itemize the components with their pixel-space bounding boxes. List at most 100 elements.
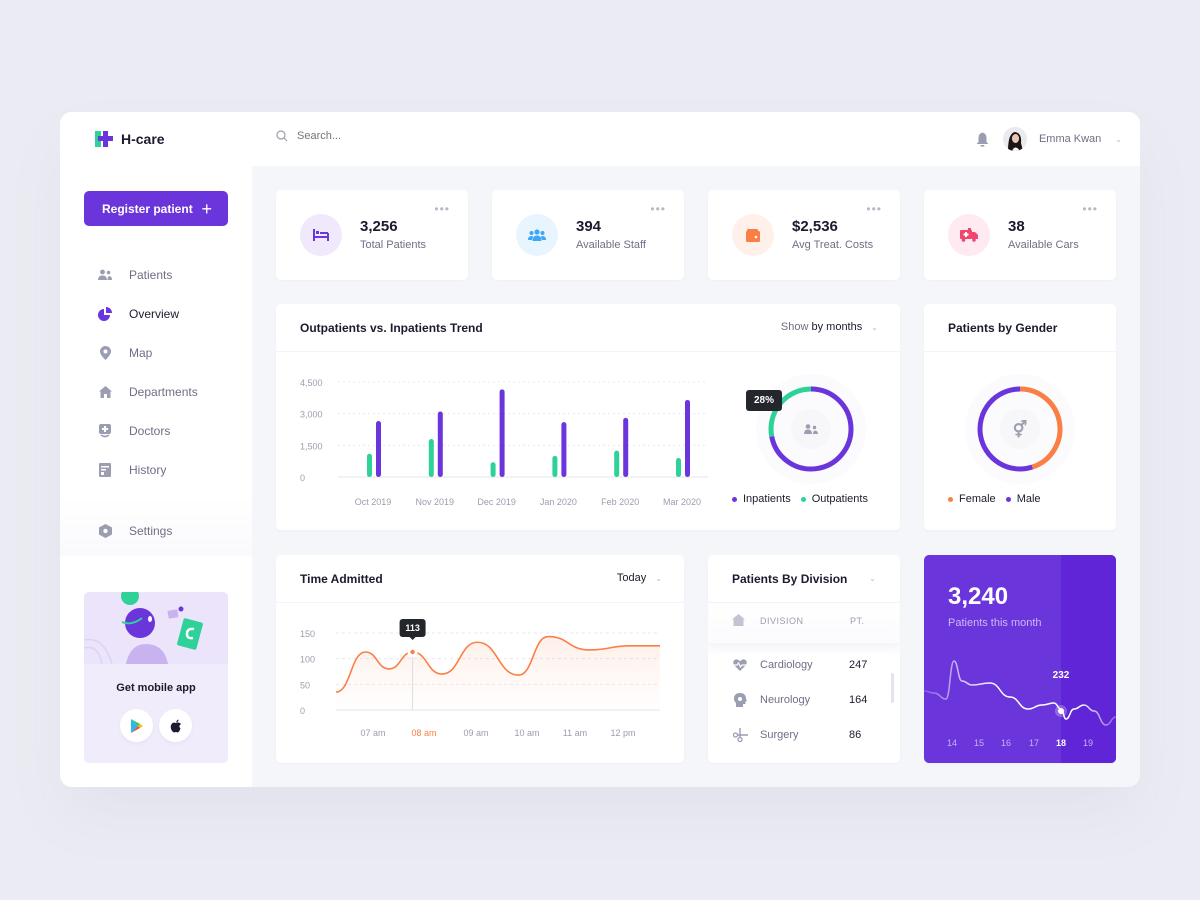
show-label: Show: [780, 321, 809, 333]
pie-chart-icon: [98, 306, 112, 321]
scissors-icon: [732, 728, 748, 742]
google-play-button[interactable]: [120, 709, 153, 742]
google-play-icon: [130, 718, 143, 733]
show-by-dropdown[interactable]: Show by months ⌄: [781, 321, 878, 333]
stat-label: Available Staff: [576, 239, 646, 251]
plus-icon: +: [201, 198, 212, 219]
bar-inpatients: [623, 417, 629, 477]
x-tick-label: 07 am: [360, 728, 385, 738]
search-bar: [276, 130, 497, 142]
bar-outpatients: [614, 450, 620, 477]
mobile-app-title: Get mobile app: [116, 682, 196, 694]
home-icon: [732, 614, 745, 626]
patients-icon: [98, 268, 112, 282]
register-patient-label: Register patient: [102, 201, 193, 216]
division-scrollbar[interactable]: [891, 673, 894, 703]
sidebar-nav: Patients Overview Map Departments Doctor…: [98, 255, 198, 489]
x-tick-label: Mar 2020: [663, 497, 701, 507]
gender-card-header: Patients by Gender: [924, 304, 1116, 352]
app-store-button[interactable]: [159, 709, 192, 742]
division-row[interactable]: Surgery 86: [732, 725, 882, 745]
monthly-patients-label: Patients this month: [948, 617, 1042, 629]
x-tick-label: 08 am: [411, 728, 436, 738]
sidebar-item-map[interactable]: Map: [98, 333, 198, 372]
y-tick-label: 3,000: [300, 410, 323, 420]
day-label: 19: [1083, 738, 1093, 748]
sidebar-item-overview[interactable]: Overview: [98, 294, 198, 333]
tooltip-arrow: [409, 636, 416, 640]
more-options-icon[interactable]: •••: [434, 202, 450, 216]
bar-inpatients: [376, 421, 381, 477]
search-input[interactable]: [297, 130, 497, 142]
logo[interactable]: H-care: [95, 131, 165, 147]
y-tick-label: 100: [300, 655, 315, 665]
bar-inpatients: [499, 389, 505, 477]
time-admitted-header: Time Admitted Today ⌄: [276, 555, 684, 603]
division-name: Surgery: [760, 729, 799, 741]
bell-icon[interactable]: [976, 132, 989, 147]
today-dropdown[interactable]: Today ⌄: [617, 572, 662, 584]
heart-icon: [732, 659, 748, 671]
monthly-patients-card: 3,240 Patients this month 232 14 15 16 17 18 1…: [924, 555, 1116, 763]
sidebar-item-departments[interactable]: Departments: [98, 372, 198, 411]
bar-outpatients: [676, 458, 681, 477]
gender-donut-chart: ⚥: [965, 374, 1075, 484]
x-tick-label: Nov 2019: [416, 497, 455, 507]
bar-outpatients: [367, 453, 372, 477]
sidebar-item-settings[interactable]: Settings: [98, 511, 172, 550]
legend-item-female: Female: [948, 493, 996, 505]
sidebar-item-label: Patients: [129, 267, 173, 282]
stat-value: $2,536: [792, 218, 838, 235]
chevron-down-icon[interactable]: ⌄: [1115, 135, 1122, 144]
stat-value: 394: [576, 218, 602, 235]
division-dropdown[interactable]: ⌄: [863, 572, 876, 584]
stat-label: Available Cars: [1008, 239, 1079, 251]
avatar[interactable]: [1002, 127, 1027, 151]
app-window: H-care Register patient + Patients Overv…: [60, 112, 1140, 787]
staff-icon: [528, 229, 546, 241]
bed-icon: [313, 229, 329, 241]
sidebar-item-label: Settings: [129, 523, 173, 538]
stat-icon-circle: [948, 214, 990, 256]
sidebar-item-history[interactable]: History: [98, 450, 198, 489]
mobile-app-illustration: [84, 592, 228, 665]
apple-icon: [170, 719, 181, 732]
division-row[interactable]: Neurology 164: [732, 690, 882, 710]
day-label: 16: [1001, 738, 1011, 748]
stat-value: 38: [1008, 218, 1025, 235]
monthly-patients-value: 3,240: [948, 583, 1009, 610]
x-tick-label: Feb 2020: [601, 497, 639, 507]
bar-outpatients: [552, 455, 558, 477]
ambulance-icon: [960, 228, 978, 242]
month-line: [924, 660, 1116, 726]
more-options-icon[interactable]: •••: [1082, 202, 1098, 216]
stat-card-available-cars: 38 Available Cars •••: [924, 190, 1116, 280]
gender-legend: Female Male: [948, 493, 1041, 505]
division-row[interactable]: Cardiology 247: [732, 655, 882, 675]
division-value: 247: [849, 659, 868, 671]
more-options-icon[interactable]: •••: [866, 202, 882, 216]
search-icon: [276, 130, 288, 142]
day-label: 18: [1056, 738, 1066, 748]
sidebar-item-patients[interactable]: Patients: [98, 255, 198, 294]
more-options-icon[interactable]: •••: [650, 202, 666, 216]
stat-label: Total Patients: [360, 239, 427, 251]
gender-title: Patients by Gender: [948, 321, 1058, 335]
chevron-down-icon: ⌄: [871, 323, 878, 332]
map-pin-icon: [98, 345, 112, 360]
sidebar-item-label: Overview: [129, 306, 180, 321]
time-admitted-title: Time Admitted: [300, 572, 383, 586]
user-name[interactable]: Emma Kwan: [1039, 133, 1101, 145]
day-label: 14: [947, 738, 957, 748]
sidebar-item-label: Departments: [129, 384, 198, 399]
chevron-down-icon: ⌄: [655, 574, 662, 583]
highlight-value: 232: [1053, 670, 1070, 681]
column-pt: PT.: [850, 616, 865, 626]
stat-icon-circle: [732, 214, 774, 256]
sidebar-item-doctors[interactable]: Doctors: [98, 411, 198, 450]
highlight-point: [1058, 708, 1064, 714]
register-patient-button[interactable]: Register patient +: [84, 191, 228, 226]
wallet-icon: [746, 228, 760, 242]
bar-inpatients: [437, 411, 443, 477]
sidebar-settings: Settings: [98, 511, 172, 550]
